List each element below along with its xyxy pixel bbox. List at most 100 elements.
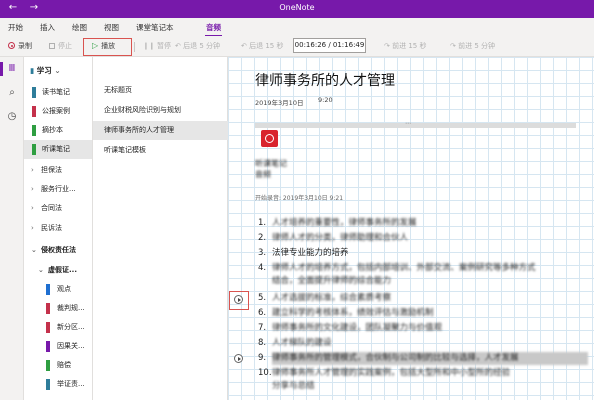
stop-button[interactable]: 停止 — [49, 41, 72, 51]
notebook-icon: ▮ — [30, 66, 37, 75]
rewind-icon: ↶ — [241, 42, 250, 50]
pause-button[interactable]: ❙❙ 暂停 — [143, 41, 171, 51]
section-group-label: 担保法 — [41, 166, 62, 174]
rail-active-indicator — [0, 62, 3, 76]
page-item[interactable]: 企业财税风险识别与规划 — [93, 101, 228, 120]
section-color-tab — [46, 379, 50, 390]
list-number: 7. — [258, 323, 267, 333]
section-label: 裁判规... — [57, 304, 85, 312]
scanned-text: 音频 — [255, 170, 271, 179]
record-label: 录制 — [18, 42, 32, 50]
forward-15s-button[interactable]: ↷ 前进 15 秒 — [384, 41, 426, 51]
tab-audio[interactable]: 音频 — [205, 22, 222, 37]
section-item[interactable]: 因果关... — [24, 337, 92, 356]
section-item[interactable]: 公报案例 — [24, 102, 92, 121]
list-text: 人才选拔的标准，综合素质考察 — [272, 293, 392, 303]
page-item-active[interactable]: 律师事务所的人才管理 — [93, 121, 228, 140]
play-button-highlight — [83, 38, 132, 56]
section-group[interactable]: › 合同法 — [31, 203, 62, 213]
section-item[interactable]: 新分区... — [24, 318, 92, 337]
list-text: 律师事务所的文化建设，团队凝聚力与价值观 — [272, 323, 443, 333]
page-date: 2019年3月10日 — [255, 99, 304, 107]
tab-home[interactable]: 开始 — [8, 22, 23, 33]
audio-jump-play-icon[interactable] — [234, 295, 243, 304]
rewind-15s-label: 后退 15 秒 — [249, 42, 284, 50]
section-label: 公报案例 — [42, 107, 70, 115]
list-number: 10. — [258, 368, 272, 378]
note-container-handle[interactable]: ⋯ — [255, 120, 576, 128]
list-text: 建立科学的考核体系，绩效评估与激励机制 — [272, 308, 434, 318]
list-number: 2. — [258, 233, 267, 243]
page-list: 无标题页 企业财税风险识别与规划 律师事务所的人才管理 听课笔记模板 — [93, 57, 228, 400]
section-group[interactable]: › 服务行业... — [31, 184, 76, 194]
section-group-expanded[interactable]: ⌄ 侵权责任法 — [31, 245, 76, 255]
forward-icon: ↷ — [450, 42, 459, 50]
page-item[interactable]: 无标题页 — [93, 81, 228, 100]
chevron-right-icon: › — [31, 166, 34, 174]
list-text: 律师事务所的管理模式，合伙制与公司制的比较与选择，人才发展 — [272, 352, 588, 365]
notebook-name: 学习 — [36, 66, 52, 75]
title-bar: ← → OneNote — [0, 0, 594, 18]
tab-draw[interactable]: 绘图 — [72, 22, 87, 33]
sections-pane: ▮ 学习 ⌄ 读书笔记 公报案例 摘抄本 听课笔记 › 担保法 › 服务行业... … — [24, 57, 93, 400]
section-item[interactable]: 摘抄本 — [24, 121, 92, 140]
section-item[interactable]: 裁判规... — [24, 299, 92, 318]
drag-grip-icon: ⋯ — [405, 120, 411, 127]
pause-label: 暂停 — [156, 42, 171, 50]
rewind-5min-button[interactable]: ↶ 后退 5 分钟 — [175, 41, 220, 51]
page-title[interactable]: 律师事务所的人才管理 — [255, 70, 395, 90]
section-label: 听课笔记 — [42, 145, 70, 153]
page-time: 9:20 — [318, 96, 333, 104]
record-icon — [8, 42, 15, 49]
list-text: 法律专业能力的培养 — [272, 248, 349, 258]
chevron-right-icon: › — [31, 185, 34, 193]
stop-label: 停止 — [58, 42, 72, 50]
section-label: 举证责... — [57, 380, 85, 388]
section-group[interactable]: › 担保法 — [31, 165, 62, 175]
tab-insert[interactable]: 插入 — [40, 22, 55, 33]
rewind-15s-button[interactable]: ↶ 后退 15 秒 — [241, 41, 283, 51]
section-item[interactable]: 读书笔记 — [24, 83, 92, 102]
forward-15s-label: 前进 15 秒 — [392, 42, 427, 50]
list-text: 律师人才的分类，律师助理和合伙人 — [272, 233, 409, 243]
section-item[interactable]: 观点 — [24, 280, 92, 299]
record-button[interactable]: 录制 — [8, 41, 32, 51]
search-icon[interactable]: ⌕ — [5, 86, 19, 100]
section-color-tab — [46, 322, 50, 333]
section-label: 摘抄本 — [42, 126, 63, 134]
section-label: 观点 — [57, 285, 71, 293]
notebooks-icon[interactable]: Ⅲ — [5, 62, 19, 76]
section-label: 因果关... — [57, 342, 85, 350]
forward-5min-button[interactable]: ↷ 前进 5 分钟 — [450, 41, 495, 51]
section-color-tab — [46, 284, 50, 295]
recent-clock-icon[interactable]: ◷ — [5, 110, 19, 124]
stop-icon — [49, 43, 55, 49]
section-group[interactable]: › 民诉法 — [31, 223, 62, 233]
section-color-tab — [32, 144, 36, 155]
notebook-switcher[interactable]: ▮ 学习 ⌄ — [30, 65, 61, 76]
forward-icon: ↷ — [384, 42, 393, 50]
section-subgroup[interactable]: ⌄ 虚假证... — [38, 265, 77, 275]
list-number: 1. — [258, 218, 267, 228]
list-text: 律师人才的培养方式，包括内部培训、外部交流、案例研究等多种方式 — [272, 263, 536, 273]
list-number: 8. — [258, 338, 267, 348]
tab-class-notebook[interactable]: 课堂笔记本 — [136, 22, 174, 33]
ribbon-tabs: 开始 插入 绘图 视图 课堂笔记本 音频 — [0, 18, 594, 37]
chevron-down-icon: ⌄ — [51, 66, 61, 75]
list-number: 9. — [258, 353, 267, 363]
section-item[interactable]: 赔偿 — [24, 356, 92, 375]
playback-time[interactable]: 00:16:26 / 01:16:49 — [293, 38, 366, 53]
list-number: 4. — [258, 263, 267, 273]
section-item[interactable]: 举证责... — [24, 375, 92, 394]
tab-view[interactable]: 视图 — [104, 22, 119, 33]
rewind-icon: ↶ — [175, 42, 184, 50]
section-label: 新分区... — [57, 323, 85, 331]
audio-jump-play-icon[interactable] — [234, 354, 243, 363]
forward-5min-label: 前进 5 分钟 — [458, 42, 495, 50]
chevron-down-icon: ⌄ — [38, 266, 44, 274]
chevron-right-icon: › — [31, 204, 34, 212]
page-item[interactable]: 听课笔记模板 — [93, 141, 228, 160]
section-item-active[interactable]: 听课笔记 — [24, 140, 92, 159]
page-canvas[interactable]: 律师事务所的人才管理 2019年3月10日 9:20 ⋯ 听课笔记 音频 开始录… — [228, 57, 594, 400]
section-group-label: 服务行业... — [41, 185, 76, 193]
